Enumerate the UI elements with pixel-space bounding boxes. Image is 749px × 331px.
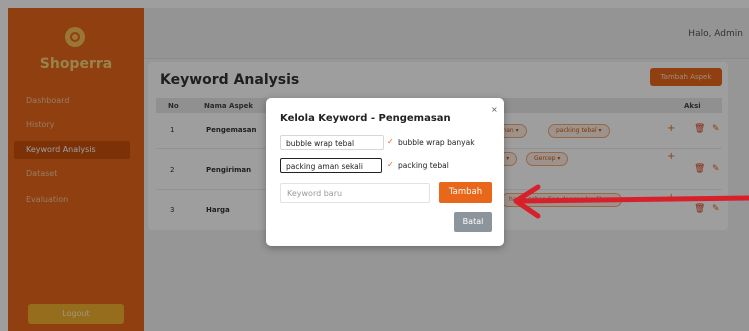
red-arrow-icon xyxy=(513,184,749,219)
